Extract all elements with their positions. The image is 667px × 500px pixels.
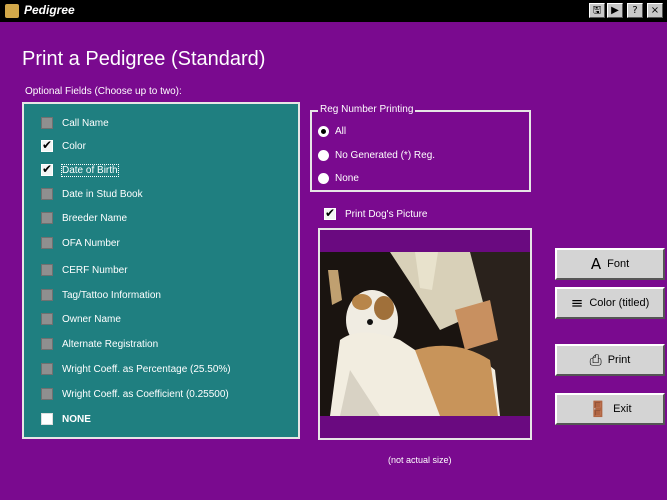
checkbox[interactable] [41,363,53,375]
picture-caption: (not actual size) [388,455,452,465]
radio-button[interactable] [318,125,329,137]
reg-number-printing-title: Reg Number Printing [318,104,416,115]
checkbox[interactable] [41,212,53,224]
option-date-in-stud-book[interactable]: Date in Stud Book [41,185,143,203]
radio-label: None [335,172,359,184]
option-label: CERF Number [62,264,128,276]
window-title: Pedigree [24,3,75,17]
print-button-label: Print [607,354,631,366]
option-color[interactable]: Color [41,137,86,155]
radio-label: All [335,125,347,137]
radio-no-generated[interactable]: No Generated (*) Reg. [318,147,435,163]
option-label: NONE [62,413,91,425]
option-label: Color [62,140,86,152]
checkbox[interactable] [324,206,336,220]
printer-icon: ⎙ [589,351,602,369]
checkbox[interactable] [41,188,53,200]
option-label: Alternate Registration [62,338,159,350]
option-alternate-registration[interactable]: Alternate Registration [41,335,158,353]
checkbox[interactable] [41,289,53,301]
radio-button[interactable] [318,149,329,161]
page-title: Print a Pedigree (Standard) [22,48,266,70]
app-icon [5,4,19,18]
print-dog-picture-label: Print Dog's Picture [345,208,428,220]
checkbox[interactable] [41,138,53,152]
option-label: OFA Number [62,237,120,249]
palette-icon: ≡ [570,294,584,312]
print-dog-picture-option[interactable]: Print Dog's Picture [324,206,428,222]
option-label: Tag/Tattoo Information [62,289,161,301]
exit-button[interactable]: 🚪 Exit [555,393,665,425]
option-label: Call Name [62,117,109,129]
option-label: Breeder Name [62,212,128,224]
option-owner-name[interactable]: Owner Name [41,310,121,328]
option-none[interactable]: NONE [41,410,91,428]
save-icon[interactable]: 🖫 [589,3,605,18]
radio-button[interactable] [318,172,329,184]
help-button[interactable]: ? [627,3,643,18]
color-button-label: Color (titled) [589,297,650,309]
option-wright-coefficient[interactable]: Wright Coeff. as Coefficient (0.25500) [41,385,229,403]
arrow-icon[interactable]: ▶ [607,3,623,18]
color-titled-button[interactable]: ≡ Color (titled) [555,287,665,319]
checkbox[interactable] [41,388,53,400]
option-label: Wright Coeff. as Coefficient (0.25500) [62,388,229,400]
option-breeder-name[interactable]: Breeder Name [41,209,127,227]
option-ofa-number[interactable]: OFA Number [41,234,120,252]
option-call-name[interactable]: Call Name [41,114,109,132]
option-date-of-birth[interactable]: Date of Birth [41,161,119,179]
optional-fields-panel: Call Name Color Date of Birth Date in St… [22,102,300,439]
option-label: Owner Name [62,313,121,325]
dog-picture [318,228,532,440]
font-button[interactable]: A Font [555,248,665,280]
checkbox[interactable] [41,237,53,249]
title-bar: Pedigree 🖫 ▶ ? × [0,0,667,22]
radio-all[interactable]: All [318,123,346,139]
option-label: Date of Birth [61,163,119,177]
checkbox[interactable] [41,313,53,325]
option-cerf-number[interactable]: CERF Number [41,261,128,279]
option-label: Date in Stud Book [62,188,143,200]
checkbox[interactable] [41,413,53,425]
option-label: Wright Coeff. as Percentage (25.50%) [62,363,231,375]
radio-label: No Generated (*) Reg. [335,149,436,161]
pedigree-window: Pedigree 🖫 ▶ ? × Print a Pedigree (Stand… [0,0,667,500]
exit-door-icon: 🚪 [588,400,608,418]
checkbox[interactable] [41,162,53,176]
print-button[interactable]: ⎙ Print [555,344,665,376]
option-tag-tattoo[interactable]: Tag/Tattoo Information [41,286,161,304]
radio-none[interactable]: None [318,170,359,186]
dog-photo-image [320,230,530,438]
optional-fields-label: Optional Fields (Choose up to two): [25,86,182,97]
checkbox[interactable] [41,117,53,129]
font-button-label: Font [607,258,630,270]
close-button[interactable]: × [647,3,663,18]
option-wright-percentage[interactable]: Wright Coeff. as Percentage (25.50%) [41,360,231,378]
exit-button-label: Exit [613,403,632,415]
checkbox[interactable] [41,338,53,350]
font-icon: A [590,255,602,273]
checkbox[interactable] [41,264,53,276]
